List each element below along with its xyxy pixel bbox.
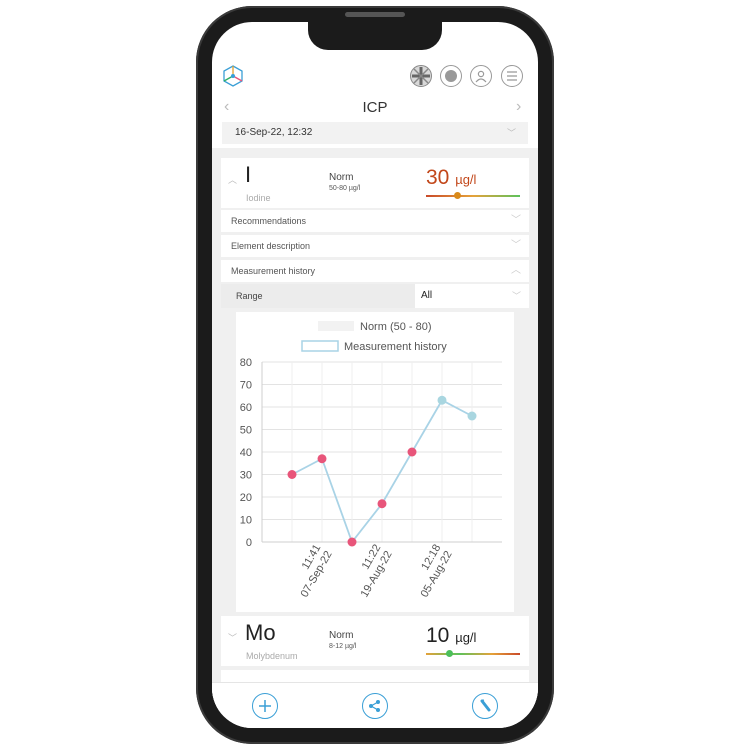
screen: ‹ ICP › 16-Sep-22, 12:32 ﹀ ︿ I Iodine No… xyxy=(212,22,538,728)
bottom-toolbar xyxy=(212,682,538,728)
data-point xyxy=(347,537,357,547)
data-point xyxy=(377,499,387,509)
history-chart-svg: Norm (50 - 80) Measurement history 0 10 20 30… xyxy=(240,321,502,600)
value-number: 30 xyxy=(426,166,450,189)
element-symbol: I xyxy=(245,162,252,187)
norm-label: Norm xyxy=(329,630,354,641)
element-name: Iodine xyxy=(246,193,271,203)
x-tick-label: 11:4107-Sep-22 xyxy=(299,543,335,600)
legend-norm-label: Norm (50 - 80) xyxy=(360,321,432,333)
element-name: Molybdenum xyxy=(246,651,298,661)
norm-label: Norm xyxy=(329,172,354,183)
next-element-card[interactable] xyxy=(221,670,529,682)
description-label: Element description xyxy=(231,241,311,251)
value-scale xyxy=(426,195,520,197)
range-selected: All xyxy=(421,290,433,301)
app-logo-icon[interactable] xyxy=(221,64,245,88)
page-title: ICP xyxy=(362,99,388,116)
test-tube-icon[interactable] xyxy=(472,693,498,719)
data-point xyxy=(287,470,297,479)
value-unit: µg/l xyxy=(455,172,477,187)
chevron-down-icon: ﹀ xyxy=(511,291,521,301)
data-point xyxy=(317,454,327,464)
y-tick-label: 70 xyxy=(240,380,252,392)
element-value: 10 µg/l xyxy=(426,624,476,648)
history-chart: Norm (50 - 80) Measurement history 0 10 20 30… xyxy=(236,312,514,612)
recommendations-row[interactable]: Recommendations ﹀ xyxy=(221,210,529,232)
add-icon[interactable] xyxy=(252,693,278,719)
language-flag-icon[interactable] xyxy=(410,65,432,87)
element-symbol: Mo xyxy=(245,620,276,645)
recommendations-label: Recommendations xyxy=(231,216,307,226)
value-marker xyxy=(454,192,461,199)
value-marker xyxy=(446,650,453,657)
legend-history-swatch xyxy=(301,340,339,352)
norm-range: 50-80 µg/l xyxy=(329,185,361,192)
menu-icon[interactable] xyxy=(501,65,523,87)
user-icon[interactable] xyxy=(470,65,492,87)
expand-chevron-icon[interactable]: ﹀ xyxy=(228,631,237,644)
date-selector[interactable]: 16-Sep-22, 12:32 ﹀ xyxy=(222,122,528,144)
x-tick-label: 12:1805-Aug-22 xyxy=(419,543,455,600)
legend-history-label: Measurement history xyxy=(344,341,447,353)
collapse-chevron-icon[interactable]: ︿ xyxy=(228,173,237,186)
data-point xyxy=(407,447,417,457)
y-tick-label: 50 xyxy=(240,425,252,437)
legend-norm-swatch xyxy=(318,321,354,331)
x-tick-label: 11:2219-Aug-22 xyxy=(359,543,395,600)
description-row[interactable]: Element description ﹀ xyxy=(221,235,529,257)
next-chevron-icon[interactable]: › xyxy=(516,98,521,116)
y-tick-label: 0 xyxy=(246,537,252,549)
data-point xyxy=(437,395,447,405)
history-label: Measurement history xyxy=(231,266,316,276)
value-unit: µg/l xyxy=(455,630,477,645)
phone-speaker xyxy=(345,12,405,17)
value-scale xyxy=(426,653,520,655)
data-point xyxy=(467,411,477,421)
range-label: Range xyxy=(236,291,263,301)
share-icon[interactable] xyxy=(362,693,388,719)
chevron-up-icon: ︿ xyxy=(511,265,521,276)
y-tick-label: 80 xyxy=(240,357,252,369)
element-value: 30 µg/l xyxy=(426,166,476,190)
globe-icon[interactable] xyxy=(440,65,462,87)
phone-notch xyxy=(308,14,442,50)
y-tick-label: 40 xyxy=(240,447,252,459)
range-select[interactable]: All ﹀ xyxy=(415,284,529,308)
element-card-iodine[interactable]: ︿ I Iodine Norm 50-80 µg/l 30 µg/l xyxy=(221,158,529,208)
norm-range: 8-12 µg/l xyxy=(329,643,357,650)
chevron-down-icon: ﹀ xyxy=(511,240,521,251)
y-tick-label: 30 xyxy=(240,470,252,482)
date-label: 16-Sep-22, 12:32 xyxy=(235,127,313,138)
y-tick-label: 20 xyxy=(240,492,252,504)
y-tick-label: 10 xyxy=(240,515,252,527)
y-tick-label: 60 xyxy=(240,402,252,414)
value-number: 10 xyxy=(426,624,450,647)
history-row[interactable]: Measurement history ︿ xyxy=(221,260,529,282)
chevron-down-icon: ﹀ xyxy=(506,128,516,138)
element-card-molybdenum[interactable]: ﹀ Mo Molybdenum Norm 8-12 µg/l 10 µg/l xyxy=(221,616,529,666)
chevron-down-icon: ﹀ xyxy=(511,215,521,226)
